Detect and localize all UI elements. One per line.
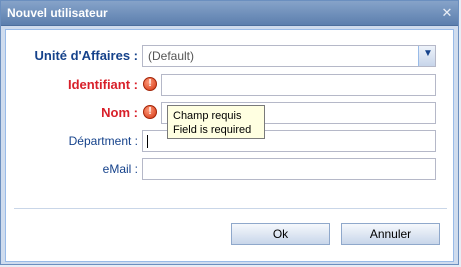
name-label-box: Nom : — [6, 102, 138, 124]
name-label: Nom : — [101, 105, 138, 120]
business-unit-label: Unité d'Affaires : — [34, 48, 139, 63]
identifier-label: Identifiant : — [67, 77, 138, 92]
error-icon: ! — [143, 77, 157, 91]
cancel-button[interactable]: Annuler — [341, 223, 440, 245]
business-unit-row: Unité d'Affaires : (Default) ▼ — [6, 45, 455, 67]
tooltip-line-en: Field is required — [173, 124, 252, 136]
email-input[interactable] — [142, 158, 436, 180]
department-label-box: Départment : — [6, 130, 138, 152]
email-label-box: eMail : — [6, 158, 138, 180]
close-icon[interactable]: ✕ — [440, 6, 454, 20]
required-tooltip: Champ requis Field is required — [167, 105, 265, 139]
identifier-row: Identifiant : ! — [6, 74, 455, 96]
business-unit-label-box: Unité d'Affaires : — [6, 45, 139, 67]
business-unit-select[interactable]: (Default) ▼ — [142, 45, 436, 67]
dialog-title: Nouvel utilisateur — [7, 6, 108, 20]
email-label: eMail : — [102, 162, 138, 176]
identifier-label-box: Identifiant : — [6, 74, 138, 96]
dropdown-button[interactable]: ▼ — [418, 46, 435, 66]
new-user-dialog: Nouvel utilisateur ✕ Unité d'Affaires : … — [0, 0, 459, 265]
department-label: Départment : — [68, 134, 138, 148]
dialog-titlebar[interactable]: Nouvel utilisateur ✕ — [1, 1, 458, 26]
dialog-body: Unité d'Affaires : (Default) ▼ Identifia… — [5, 29, 454, 262]
email-row: eMail : — [6, 158, 455, 180]
chevron-down-icon: ▼ — [423, 48, 433, 59]
text-cursor — [147, 135, 148, 148]
tooltip-line-fr: Champ requis — [173, 110, 242, 122]
business-unit-value: (Default) — [148, 49, 195, 63]
ok-button[interactable]: Ok — [231, 223, 330, 245]
divider — [14, 208, 447, 209]
error-icon: ! — [143, 105, 157, 119]
identifier-input[interactable] — [161, 74, 436, 96]
